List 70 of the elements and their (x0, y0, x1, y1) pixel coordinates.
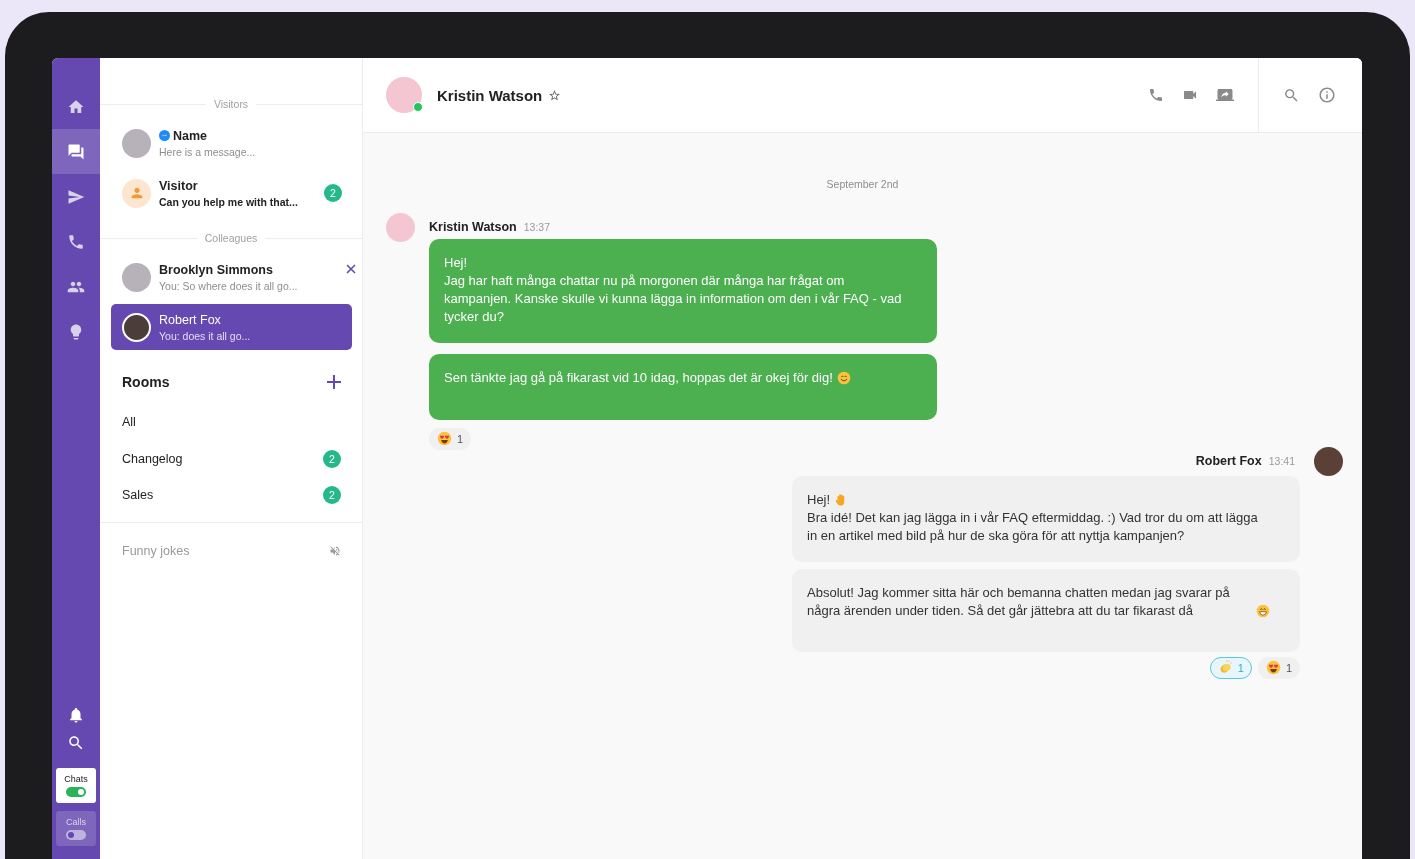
phone-icon (67, 232, 85, 251)
message-text: Hej! (807, 491, 831, 509)
message-text: Bra idé! Det kan jag lägga in i vår FAQ eftermiddag. :) Vad tror du om att lägga in en artikel med bild på hur de ska göra för att nyttja kampanjen? (807, 509, 1259, 545)
nav-item[interactable] (52, 129, 100, 174)
section-heading: Colleagues (204, 232, 258, 244)
reaction-chip[interactable]: 1 (429, 428, 472, 450)
room-name: Sales (122, 488, 154, 503)
search-icon[interactable] (67, 734, 85, 752)
avatar-photo (122, 262, 151, 292)
conversation-item[interactable]: Name Here is a message... (111, 120, 352, 166)
room-item[interactable]: Changelog 2 (100, 440, 362, 477)
mode-label: Chats (64, 774, 88, 784)
mode-toggle-card[interactable]: Chats (56, 768, 96, 803)
heart-eyes-face-icon (437, 430, 452, 446)
reaction-count: 1 (1285, 662, 1292, 674)
add-icon[interactable] (327, 375, 341, 389)
room-name: Funny jokes (122, 543, 190, 558)
date-divider: September 2nd (826, 178, 899, 190)
message-preview: Here is a message... (159, 145, 257, 158)
contact-name: Visitor (159, 178, 198, 193)
message-preview: Can you help me with that... (159, 195, 299, 208)
message-text: Hej! (444, 254, 468, 272)
reaction-chip[interactable]: 1 (1257, 657, 1300, 679)
smiling-face-icon (836, 371, 851, 385)
author-name: Robert Fox (1195, 454, 1262, 468)
message-text: Jag har haft många chattar nu på morgonen där många har frågat om kampanjen. Kanske skulle vi kunna lägga in information om den i vår FAQ - vad tycker du? (444, 272, 903, 326)
muted-speaker-icon (329, 544, 341, 557)
contact-name: Name (173, 128, 208, 143)
message-time: 13:41 (1268, 455, 1295, 467)
section-heading: Visitors (213, 98, 249, 110)
messenger-icon (159, 130, 170, 141)
info-icon[interactable] (1318, 86, 1336, 104)
contact-name: Kristin Watson (437, 86, 543, 104)
contact-name: Brooklyn Simmons (159, 262, 273, 277)
rooms-heading: Rooms (122, 374, 170, 390)
room-item[interactable]: Sales 2 (100, 477, 362, 514)
heart-eyes-face-icon (1265, 659, 1281, 675)
reaction-count: 1 (1237, 662, 1244, 674)
close-icon[interactable] (346, 264, 356, 274)
mode-label: Calls (66, 817, 86, 827)
message-preview: You: So where does it all go... (159, 279, 299, 292)
room-item[interactable]: All (100, 404, 362, 441)
unread-count: 2 (323, 449, 341, 468)
conversation-item[interactable]: Robert Fox You: does it all go... (111, 304, 352, 350)
room-name: Changelog (122, 451, 183, 466)
avatar-photo (122, 312, 151, 342)
contact-name: Robert Fox (159, 312, 221, 327)
conversation-item[interactable]: Brooklyn Simmons You: So where does it all go... (111, 254, 352, 300)
star-icon[interactable] (548, 88, 562, 102)
screen-share-icon[interactable] (1216, 86, 1234, 104)
phone-icon[interactable] (1148, 87, 1164, 103)
reaction-count: 1 (457, 433, 464, 445)
search-icon[interactable] (1283, 86, 1300, 104)
message-text: Sen tänkte jag gå på fikarast vid 10 idag, hoppas det är okej för dig! (444, 369, 833, 387)
unread-count: 2 (324, 184, 342, 202)
avatar-photo (386, 212, 415, 242)
message-text: Absolut! Jag kommer sitta här och bemanna chatten medan jag svarar på några ärenden under tiden. Så det går jättebra att du tar fikarast då (807, 584, 1231, 620)
author-name: Kristin Watson (429, 220, 517, 234)
grinning-face-icon (1256, 604, 1270, 618)
message-time: 13:37 (523, 221, 550, 233)
avatar-photo (1314, 446, 1343, 476)
chat-bubbles-icon (67, 142, 85, 161)
bell-icon[interactable] (67, 706, 85, 724)
toggle-switch[interactable] (66, 830, 86, 840)
message-preview: You: does it all go... (159, 329, 252, 342)
avatar-photo (122, 128, 151, 158)
conversation-item[interactable]: Visitor Can you help me with that... 2 (111, 170, 352, 216)
unread-count: 2 (323, 486, 341, 505)
toggle-switch[interactable] (66, 787, 86, 797)
room-name: All (122, 415, 136, 430)
